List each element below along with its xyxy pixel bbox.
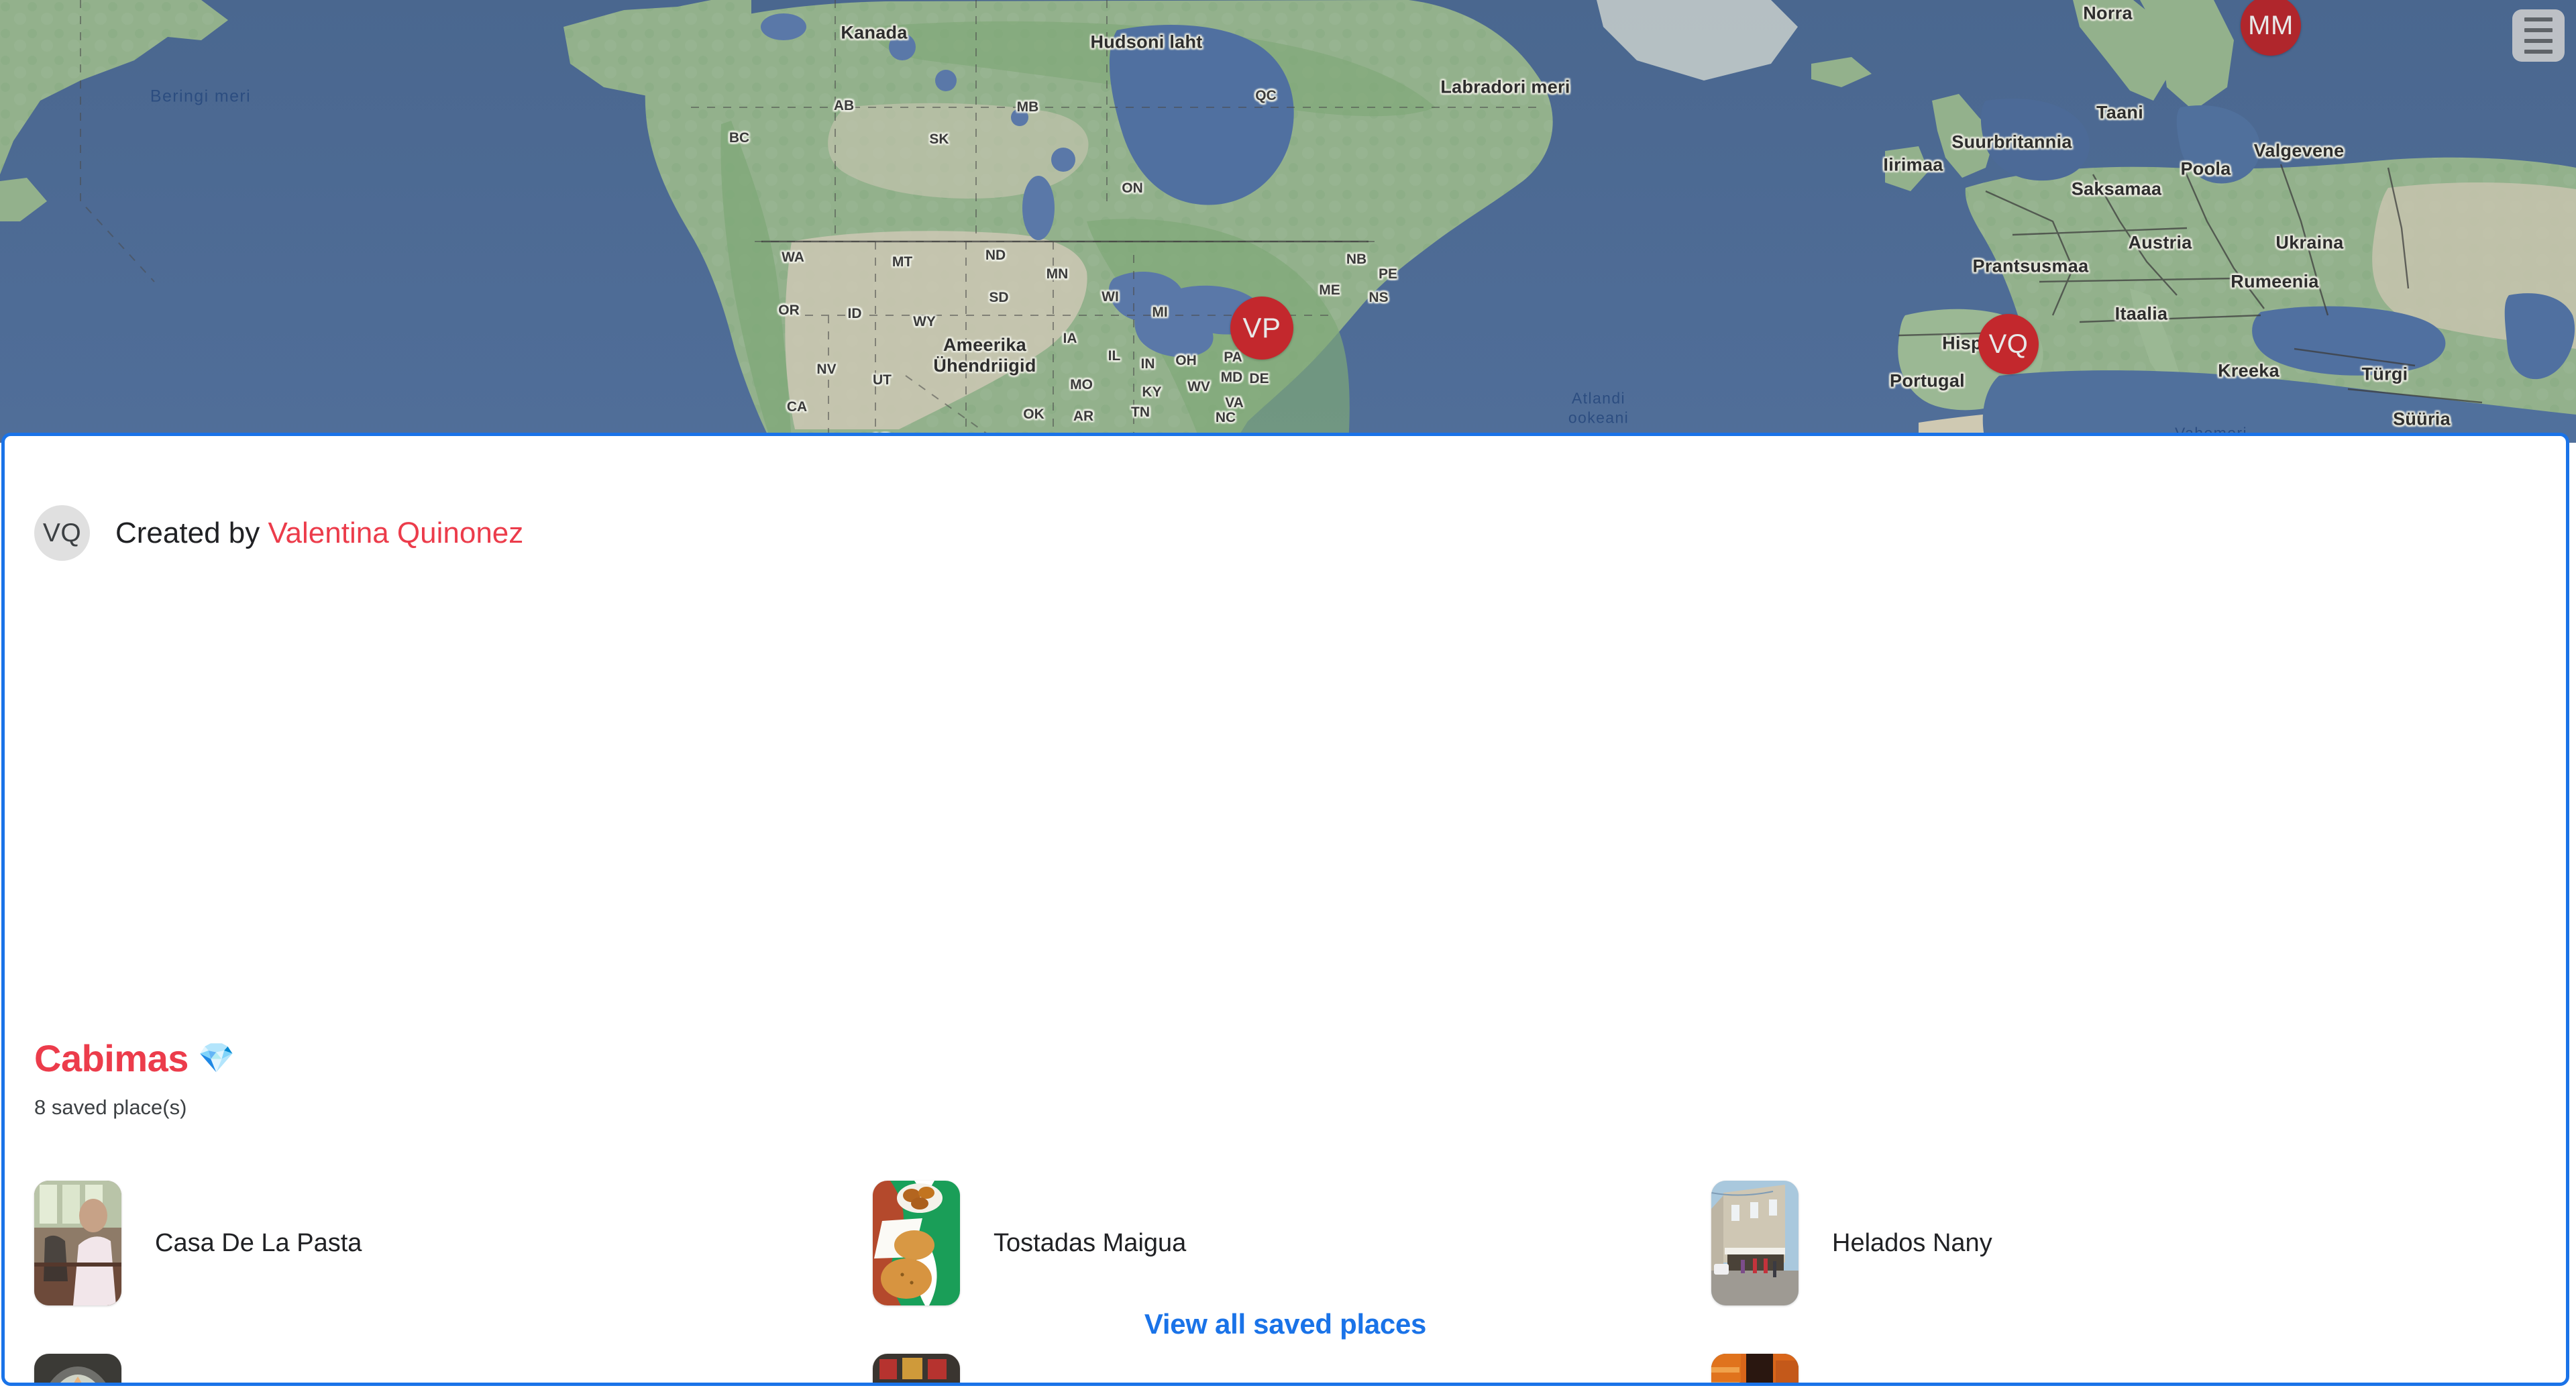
map-terrain-graphic xyxy=(0,0,2576,443)
menu-bar-1 xyxy=(2524,17,2553,21)
saved-place-item[interactable]: Casa De La Pasta xyxy=(34,1157,873,1330)
page-title: Cabimas 💎 xyxy=(34,1040,235,1077)
hamburger-menu-icon[interactable] xyxy=(2512,9,2565,62)
menu-bar-4 xyxy=(2524,50,2553,54)
menu-bar-3 xyxy=(2524,39,2553,43)
creator-row: VQ Created by Valentina Quinonez xyxy=(34,505,523,561)
place-name-label: Casa De La Pasta xyxy=(155,1228,362,1257)
place-name-label: Tostadas Maigua xyxy=(994,1228,1187,1257)
map-marker-vq[interactable]: VQ xyxy=(1978,314,2039,374)
place-thumbnail-street-storefront[interactable] xyxy=(1711,1181,1799,1305)
saved-place-item[interactable]: Helados Nany xyxy=(1711,1157,2550,1330)
creator-prefix: Created by xyxy=(115,516,268,549)
saved-count-label: 8 saved place(s) xyxy=(34,1095,187,1119)
avatar: VQ xyxy=(34,505,90,561)
menu-bar-2 xyxy=(2524,28,2553,32)
creator-name-link[interactable]: Valentina Quinonez xyxy=(268,517,523,549)
saved-place-item[interactable]: Tostadas Maigua xyxy=(873,1157,1711,1330)
saved-places-grid: Casa De La Pasta Tostadas Maigua Helados N… xyxy=(34,1157,2516,1383)
creator-byline: Created by Valentina Quinonez xyxy=(115,517,523,550)
saved-places-panel: VQ Created by Valentina Quinonez Cabimas… xyxy=(1,433,2569,1386)
place-thumbnail-fried-pastries-plate[interactable] xyxy=(873,1181,960,1305)
place-thumbnail-night-street-lights[interactable] xyxy=(1711,1354,1799,1383)
place-thumbnail-restaurant-interior-woman[interactable] xyxy=(34,1181,121,1305)
list-title-text: Cabimas xyxy=(34,1037,189,1079)
view-all-saved-places-link[interactable]: View all saved places xyxy=(5,1308,2566,1340)
map-marker-vp[interactable]: VP xyxy=(1230,297,1293,360)
gem-icon: 💎 xyxy=(197,1042,235,1075)
map-background[interactable]: Kanada Hudsoni laht Labradori meri Norra Suu… xyxy=(0,0,2576,443)
place-thumbnail-seafood-dish-plate[interactable] xyxy=(34,1354,121,1383)
place-name-label: Helados Nany xyxy=(1832,1228,1992,1257)
place-thumbnail-brick-oven-interior[interactable] xyxy=(873,1354,960,1383)
